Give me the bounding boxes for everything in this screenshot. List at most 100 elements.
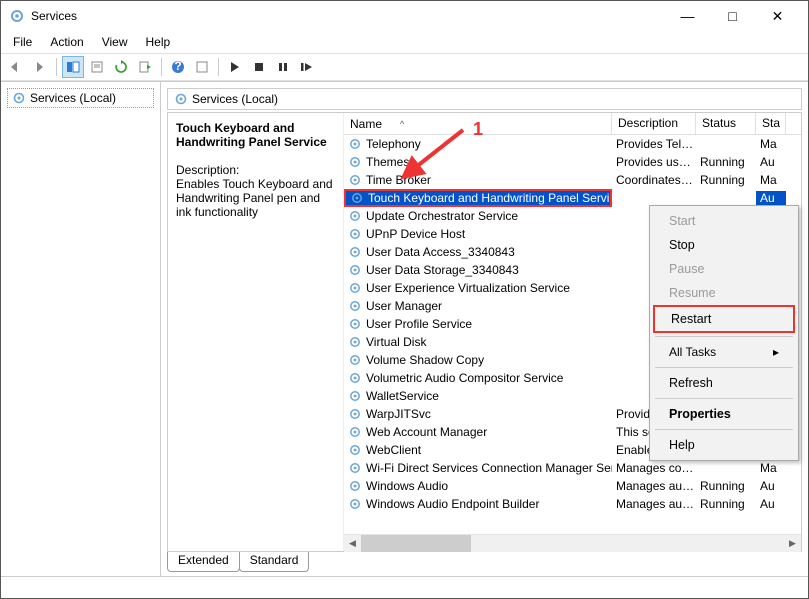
menu-file[interactable]: File — [5, 33, 40, 51]
service-desc-cell: Manages au… — [612, 479, 696, 493]
service-row[interactable]: Time BrokerCoordinates…RunningMa — [344, 171, 801, 189]
ctx-refresh[interactable]: Refresh — [653, 371, 795, 395]
service-name-cell: User Data Access_3340843 — [344, 245, 612, 259]
ctx-pause: Pause — [653, 257, 795, 281]
right-body: Touch Keyboard and Handwriting Panel Ser… — [167, 112, 802, 552]
gear-icon — [348, 173, 362, 187]
ctx-start: Start — [653, 209, 795, 233]
ctx-separator — [655, 336, 793, 337]
ctx-help[interactable]: Help — [653, 433, 795, 457]
ctx-resume: Resume — [653, 281, 795, 305]
service-startup-cell: Au — [756, 191, 786, 205]
maximize-button[interactable]: □ — [710, 2, 755, 30]
scroll-left-button[interactable]: ◀ — [344, 535, 361, 552]
service-status-cell: Running — [696, 173, 756, 187]
menubar: File Action View Help — [1, 31, 808, 53]
service-name-cell: Wi-Fi Direct Services Connection Manager… — [344, 461, 612, 475]
service-row[interactable]: TelephonyProvides Tel…Ma — [344, 135, 801, 153]
scroll-thumb[interactable] — [361, 535, 471, 552]
service-startup-cell: Au — [756, 497, 786, 511]
service-row[interactable]: Wi-Fi Direct Services Connection Manager… — [344, 459, 801, 477]
toolbar: ? — [1, 53, 808, 81]
restart-service-button[interactable] — [296, 56, 318, 78]
service-desc-cell: Provides Tel… — [612, 137, 696, 151]
menu-help[interactable]: Help — [138, 33, 179, 51]
nav-forward-button[interactable] — [29, 56, 51, 78]
service-name-cell: User Profile Service — [344, 317, 612, 331]
properties-button[interactable] — [86, 56, 108, 78]
gear-icon — [348, 335, 362, 349]
service-name-cell: UPnP Device Host — [344, 227, 612, 241]
gear-icon — [348, 353, 362, 367]
sort-indicator-icon: ^ — [400, 119, 404, 129]
tab-extended[interactable]: Extended — [167, 552, 240, 572]
titlebar: Services ― □ ✕ — [1, 1, 808, 31]
stop-service-button[interactable] — [248, 56, 270, 78]
service-name-cell: Telephony — [344, 137, 612, 151]
column-name[interactable]: Name^ — [344, 113, 612, 134]
gear-icon — [348, 461, 362, 475]
tree-root-label: Services (Local) — [30, 91, 116, 105]
refresh-button[interactable] — [110, 56, 132, 78]
menu-action[interactable]: Action — [42, 33, 91, 51]
view-tabs: Extended Standard — [167, 552, 802, 572]
tree-pane: Services (Local) — [1, 82, 161, 576]
service-name-cell: WalletService — [344, 389, 612, 403]
service-row[interactable]: Windows Audio Endpoint BuilderManages au… — [344, 495, 801, 513]
service-name-cell: User Data Storage_3340843 — [344, 263, 612, 277]
column-startup[interactable]: Sta — [756, 113, 786, 134]
nav-back-button[interactable] — [5, 56, 27, 78]
ctx-restart[interactable]: Restart — [653, 305, 795, 333]
gear-icon — [348, 245, 362, 259]
service-name-cell: User Manager — [344, 299, 612, 313]
ctx-properties[interactable]: Properties — [653, 402, 795, 426]
scroll-track[interactable] — [361, 535, 784, 552]
horizontal-scrollbar[interactable]: ◀ ▶ — [344, 534, 801, 551]
ctx-stop[interactable]: Stop — [653, 233, 795, 257]
ctx-separator — [655, 398, 793, 399]
show-hide-tree-button[interactable] — [62, 56, 84, 78]
service-row[interactable]: Windows AudioManages au…RunningAu — [344, 477, 801, 495]
service-desc-cell: Coordinates… — [612, 173, 696, 187]
column-status[interactable]: Status — [696, 113, 756, 134]
ctx-all-tasks[interactable]: All Tasks▸ — [653, 340, 795, 364]
service-name-cell: Web Account Manager — [344, 425, 612, 439]
gear-icon — [348, 137, 362, 151]
gear-icon — [348, 389, 362, 403]
gear-icon — [350, 191, 364, 205]
right-pane-header: Services (Local) — [167, 88, 802, 110]
toolbar-separator — [161, 58, 162, 76]
gear-icon — [348, 155, 362, 169]
export-button[interactable] — [134, 56, 156, 78]
content-area: Services (Local) Services (Local) Touch … — [1, 81, 808, 576]
gear-icon — [348, 497, 362, 511]
gear-icon — [348, 443, 362, 457]
help-button[interactable]: ? — [167, 56, 189, 78]
service-status-cell: Running — [696, 497, 756, 511]
service-name-cell: WarpJITSvc — [344, 407, 612, 421]
ctx-separator — [655, 367, 793, 368]
service-desc-cell: Provides us… — [612, 155, 696, 169]
service-status-cell: Running — [696, 155, 756, 169]
tab-standard[interactable]: Standard — [239, 552, 310, 572]
service-name-cell: Windows Audio — [344, 479, 612, 493]
service-name-cell: Update Orchestrator Service — [344, 209, 612, 223]
scroll-right-button[interactable]: ▶ — [784, 535, 801, 552]
close-button[interactable]: ✕ — [755, 2, 800, 30]
pause-service-button[interactable] — [272, 56, 294, 78]
service-startup-cell: Au — [756, 155, 786, 169]
service-name-cell: Themes — [344, 155, 612, 169]
svg-text:?: ? — [174, 60, 181, 73]
column-headers: Name^ Description Status Sta — [344, 113, 801, 135]
service-startup-cell: Au — [756, 479, 786, 493]
help-button-2[interactable] — [191, 56, 213, 78]
service-name-cell: Volumetric Audio Compositor Service — [344, 371, 612, 385]
service-row[interactable]: ThemesProvides us…RunningAu — [344, 153, 801, 171]
tree-root-services-local[interactable]: Services (Local) — [7, 88, 154, 108]
minimize-button[interactable]: ― — [665, 2, 710, 30]
gear-icon — [348, 227, 362, 241]
column-description[interactable]: Description — [612, 113, 696, 134]
start-service-button[interactable] — [224, 56, 246, 78]
service-startup-cell: Ma — [756, 461, 786, 475]
menu-view[interactable]: View — [94, 33, 136, 51]
